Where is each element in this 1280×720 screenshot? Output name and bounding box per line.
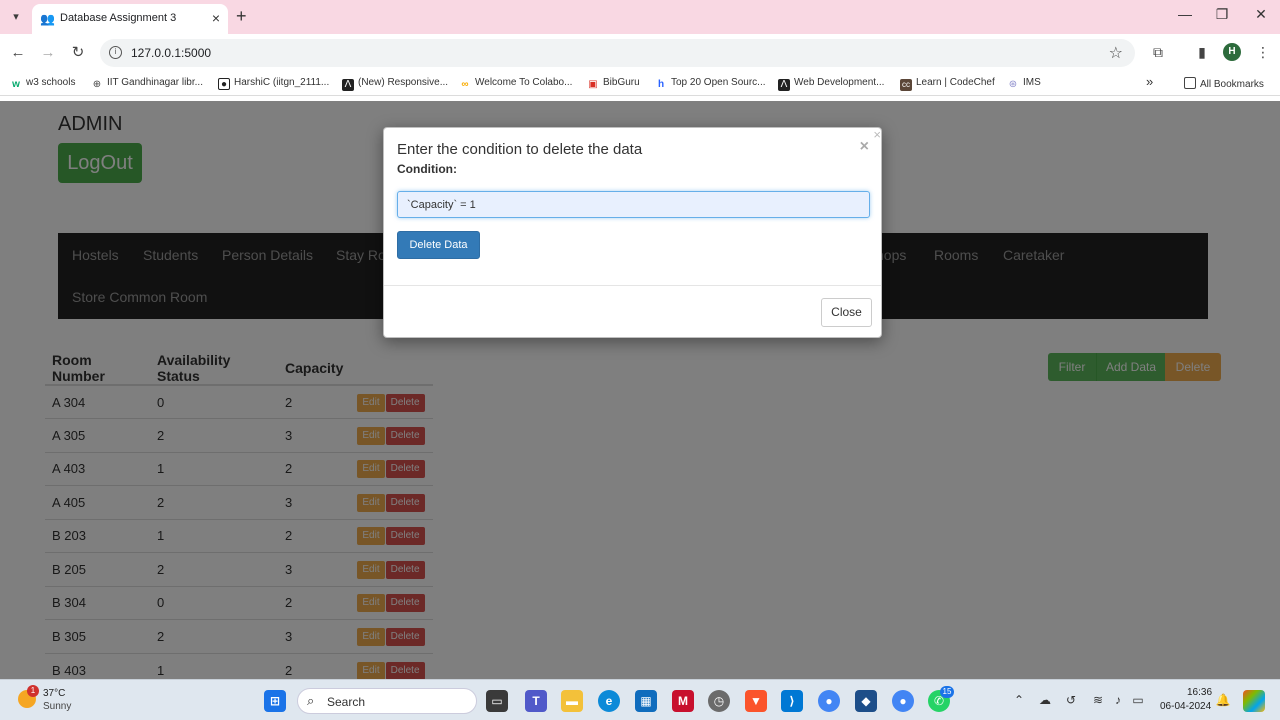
bookmark-item[interactable]: w w3 schools [10, 77, 75, 91]
bookmark-item[interactable]: Λ (New) Responsive... [342, 77, 448, 91]
modal-corner-close-icon[interactable]: × [873, 127, 881, 142]
store-icon[interactable]: ▦ [635, 690, 657, 712]
edge-icon[interactable]: e [598, 690, 620, 712]
onedrive-icon[interactable]: ☁ [1037, 693, 1053, 707]
globe-icon: ⊛ [1008, 79, 1018, 90]
bookmarks-bar: w w3 schools ⊕ IIT Gandhinagar libr... ● Ha… [0, 72, 1280, 96]
codechef-icon: cc [900, 79, 912, 91]
menu-kebab-icon[interactable]: ⋮ [1253, 44, 1273, 61]
browser-toolbar: ← → ↻ i 127.0.0.1:5000 ☆ ⧉ ▮ H ⋮ [0, 34, 1280, 72]
taskbar-search[interactable]: ⌕ Search [297, 688, 477, 714]
bookmark-item[interactable]: h Top 20 Open Sourc... [655, 77, 766, 91]
url-text: 127.0.0.1:5000 [131, 46, 212, 60]
bookmark-item[interactable]: ∞ Welcome To Colabo... [459, 77, 572, 91]
clock-app-icon[interactable]: ◷ [708, 690, 730, 712]
bookmark-label: w3 schools [26, 77, 76, 88]
brave-icon[interactable]: ▼ [745, 690, 767, 712]
teams-icon[interactable]: T [525, 690, 547, 712]
extensions-icon[interactable]: ⧉ [1148, 44, 1168, 61]
tab-list-chevron-icon[interactable]: ▾ [6, 8, 26, 26]
forward-arrow-icon[interactable]: → [38, 44, 58, 62]
bookmarks-overflow-icon[interactable]: » [1146, 74, 1153, 89]
restore-icon[interactable]: ❐ [1212, 6, 1232, 23]
bookmark-icon: Λ [342, 79, 354, 91]
chrome-icon[interactable]: ● [818, 690, 840, 712]
volume-icon[interactable]: ♪ [1110, 693, 1126, 707]
condition-input[interactable] [397, 191, 870, 218]
sync-icon[interactable]: ↺ [1063, 693, 1079, 707]
bookmark-label: Web Development... [794, 77, 885, 88]
bookmark-label: Welcome To Colabo... [475, 77, 573, 88]
wifi-icon[interactable]: ≋ [1090, 693, 1106, 707]
address-bar[interactable]: i 127.0.0.1:5000 ☆ [100, 39, 1135, 67]
mcafee-icon[interactable]: M [672, 690, 694, 712]
show-hidden-icons-chevron-icon[interactable]: ⌃ [1011, 693, 1027, 707]
hashnode-icon: h [657, 79, 665, 90]
github-icon: ● [218, 78, 230, 90]
bookmark-label: BibGuru [603, 77, 640, 88]
clock-date[interactable]: 06-04-2024 [1160, 701, 1211, 712]
bookmark-item[interactable]: ⊕ IIT Gandhinagar libr... [91, 77, 203, 91]
copilot-icon[interactable] [1243, 690, 1265, 712]
task-view-icon[interactable]: ▭ [486, 690, 508, 712]
globe-icon: ⊕ [92, 79, 102, 90]
bookmark-item[interactable]: ● HarshiC (iitgn_2111... [218, 77, 329, 90]
whatsapp-badge: 15 [940, 686, 954, 698]
side-panel-icon[interactable]: ▮ [1192, 44, 1212, 61]
w3-icon: w [12, 79, 20, 90]
bookmark-item[interactable]: Λ Web Development... [778, 77, 884, 91]
vscode-icon[interactable]: ⟩ [781, 690, 803, 712]
bookmark-label: Learn | CodeChef [916, 77, 995, 88]
all-bookmarks-label: All Bookmarks [1200, 79, 1264, 90]
bookmark-label: IMS [1023, 77, 1041, 88]
bookmark-label: (New) Responsive... [358, 77, 449, 88]
delete-condition-modal: × × Enter the condition to delete the da… [383, 127, 882, 338]
bookmark-label: HarshiC (iitgn_2111... [234, 77, 330, 88]
bookmark-item[interactable]: cc Learn | CodeChef [900, 77, 995, 91]
clock-time[interactable]: 16:36 [1187, 687, 1212, 698]
taskbar-search-label: Search [327, 695, 366, 709]
windows-taskbar: 1 37°C Sunny ⊞ ⌕ Search ▭ T ▬ e ▦ M ◷ ▼ … [0, 679, 1280, 720]
browser-tab-bar: ▾ 👥 Database Assignment 3 × + — ❐ ✕ [0, 0, 1280, 34]
modal-footer-divider [384, 285, 881, 286]
tab-favicon-icon: 👥 [40, 12, 55, 26]
weather-temperature[interactable]: 37°C [43, 688, 65, 699]
condition-label: Condition: [397, 162, 457, 176]
new-tab-icon[interactable]: + [236, 7, 247, 25]
modal-close-icon[interactable]: × [860, 138, 869, 156]
window-close-icon[interactable]: ✕ [1251, 6, 1271, 23]
delete-data-button[interactable]: Delete Data [397, 231, 480, 259]
bookmark-label: IIT Gandhinagar libr... [107, 77, 203, 88]
colab-icon: ∞ [461, 79, 469, 90]
folder-icon [1184, 77, 1196, 89]
mysql-workbench-icon[interactable]: ◆ [855, 690, 877, 712]
bibguru-icon: ▣ [588, 79, 598, 90]
browser-tab-active[interactable]: 👥 Database Assignment 3 × [32, 4, 228, 34]
notifications-bell-icon[interactable]: 🔔 [1215, 693, 1231, 707]
battery-icon[interactable]: ▭ [1130, 693, 1146, 707]
page-content: ADMIN LogOut Hostels Students Person Det… [0, 101, 1280, 679]
modal-title: Enter the condition to delete the data [397, 141, 643, 158]
site-info-icon[interactable]: i [109, 46, 122, 59]
bookmark-icon: Λ [778, 79, 790, 91]
reload-icon[interactable]: ↻ [68, 44, 88, 62]
modal-close-button[interactable]: Close [821, 298, 872, 327]
weather-badge: 1 [27, 685, 39, 697]
all-bookmarks[interactable]: All Bookmarks [1184, 77, 1264, 90]
bookmark-item[interactable]: ▣ BibGuru [587, 77, 640, 91]
back-arrow-icon[interactable]: ← [8, 44, 28, 62]
search-icon: ⌕ [307, 693, 315, 708]
weather-condition[interactable]: Sunny [43, 701, 71, 712]
tab-close-icon[interactable]: × [212, 10, 220, 26]
minimize-icon[interactable]: — [1175, 6, 1195, 22]
bookmark-star-icon[interactable]: ☆ [1109, 43, 1123, 63]
bookmark-item[interactable]: ⊛ IMS [1007, 77, 1041, 91]
file-explorer-icon[interactable]: ▬ [561, 690, 583, 712]
tab-title: Database Assignment 3 [60, 12, 177, 24]
profile-avatar[interactable]: H [1223, 43, 1241, 61]
windows-start-icon[interactable]: ⊞ [264, 690, 286, 712]
bookmark-label: Top 20 Open Sourc... [671, 77, 766, 88]
chrome-profile-icon[interactable]: ● [892, 690, 914, 712]
